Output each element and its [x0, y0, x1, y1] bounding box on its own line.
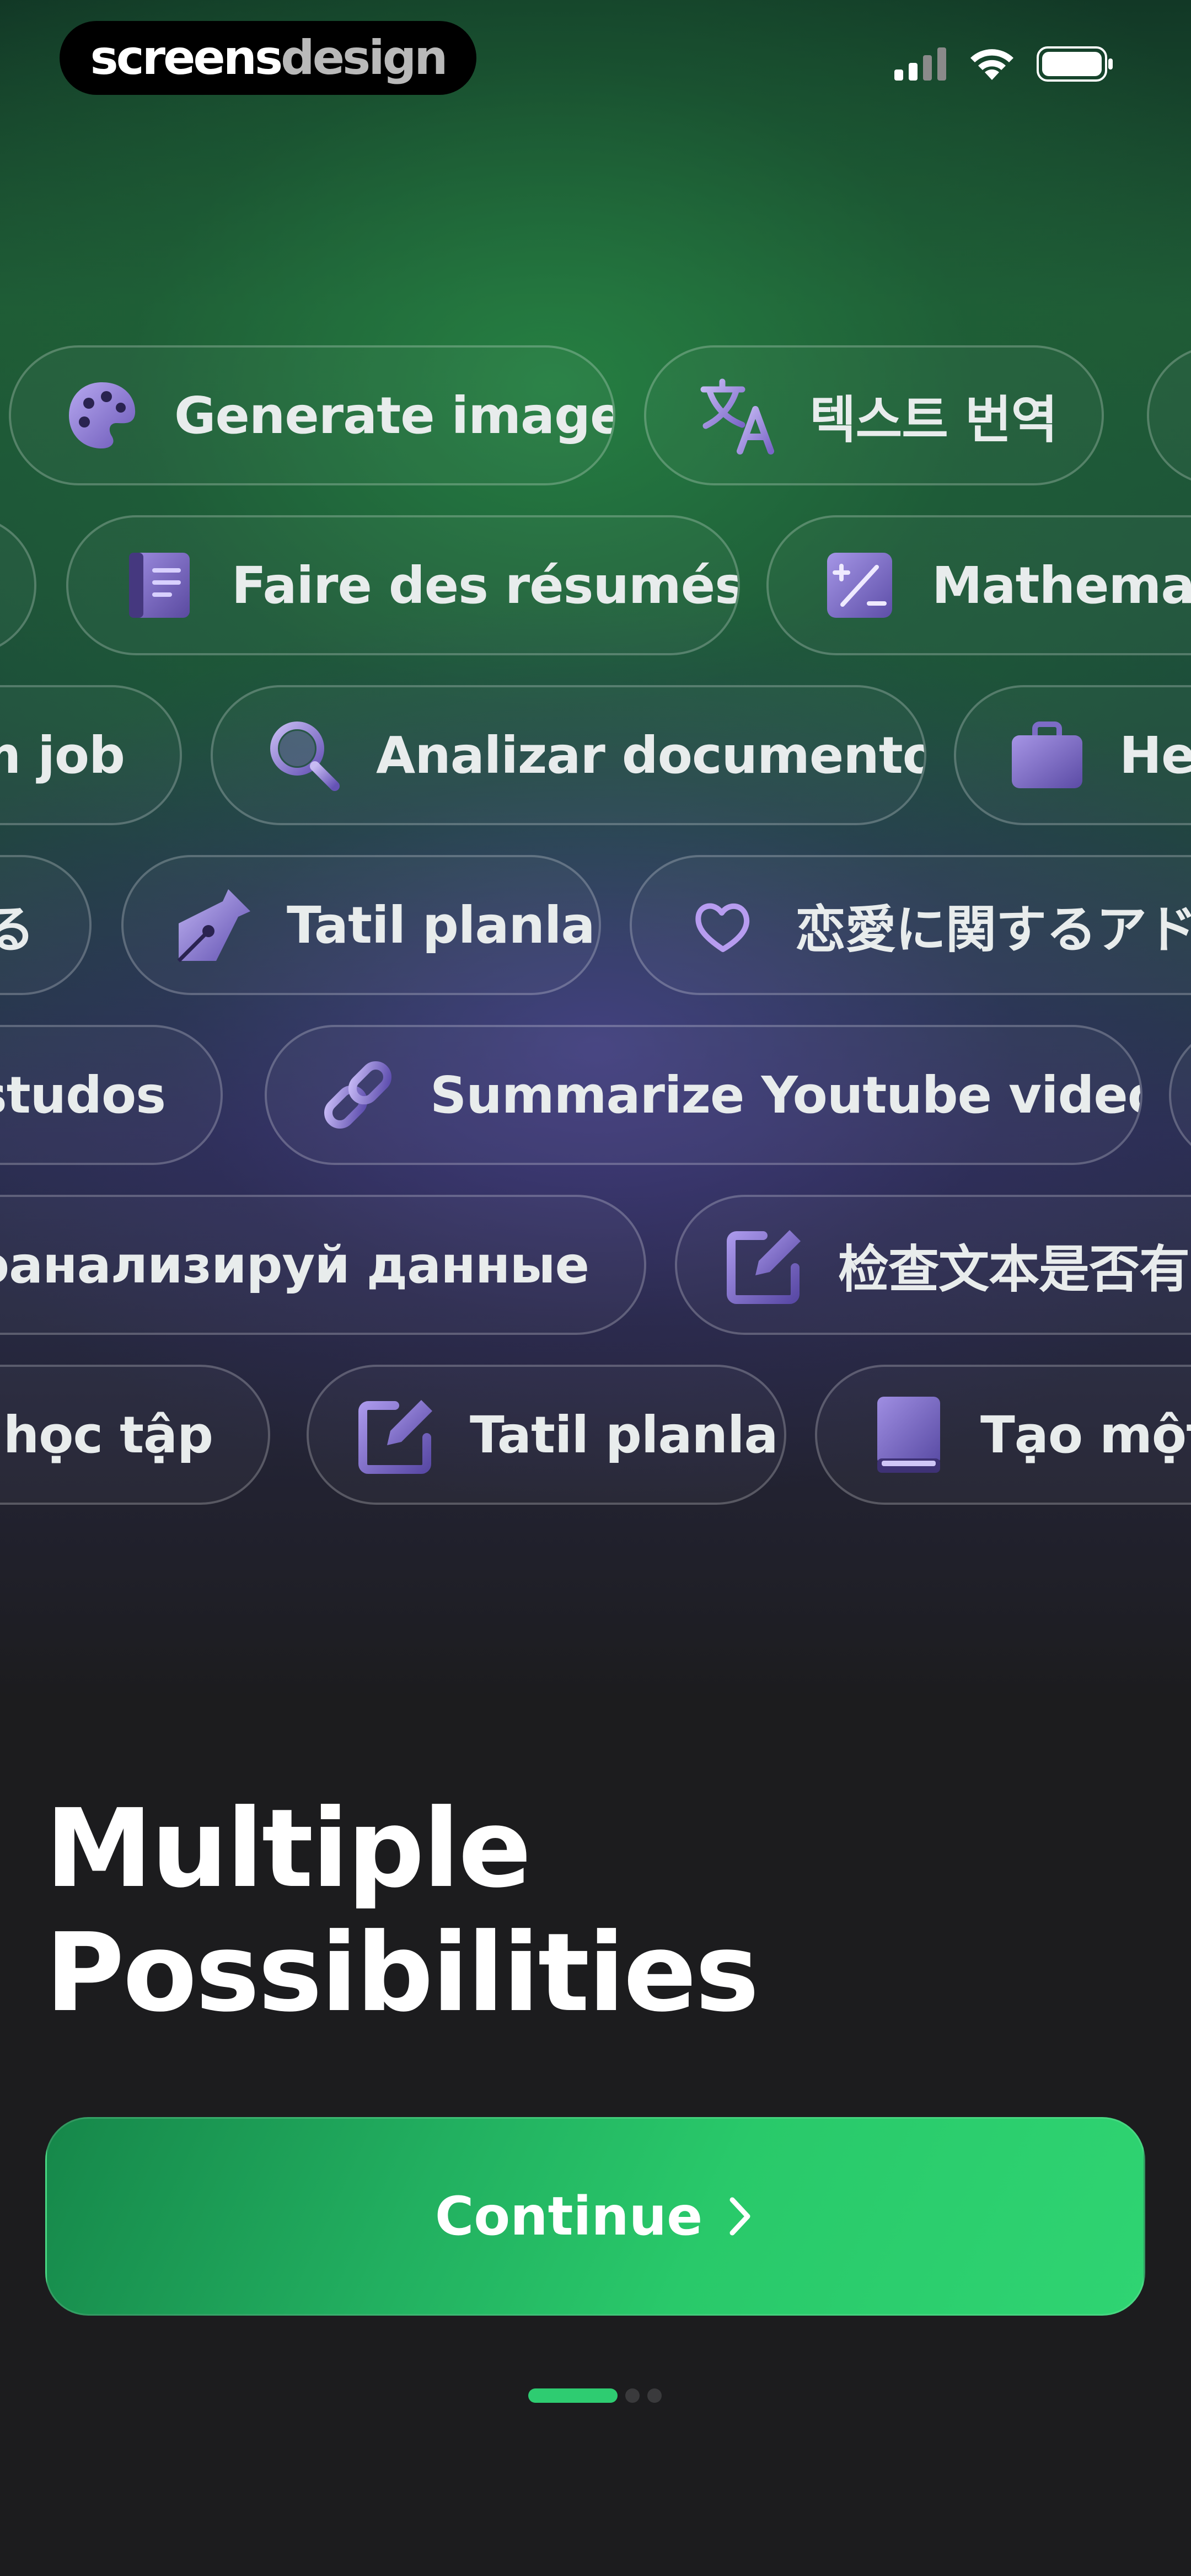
chip-label: 恋愛に関するアド: [795, 900, 1191, 959]
chip-partial-hoc-tap[interactable]: n học tập: [0, 1365, 270, 1505]
page-indicator: [528, 2388, 662, 2403]
link-icon: [316, 1054, 399, 1136]
edit-icon: [356, 1393, 439, 1476]
battery-icon: [1037, 46, 1113, 82]
chip-label: 检查文本是否有: [838, 1239, 1190, 1299]
chip-label: studos: [0, 1065, 166, 1125]
chip-row-4: る Tatil planla 恋愛に関するアド: [0, 855, 1191, 997]
wifi-icon: [970, 49, 1013, 80]
notebook-icon: [118, 544, 201, 627]
chip-create-book[interactable]: Tạo một k: [815, 1365, 1191, 1505]
page-dot-active: [528, 2388, 618, 2403]
chip-label: Tatil planla: [470, 1405, 779, 1465]
chip-partial[interactable]: [1147, 345, 1191, 485]
chip-row-1: Generate image 텍스트 번역: [0, 345, 1191, 488]
briefcase-icon: [1006, 714, 1088, 797]
chip-label: Generate image: [174, 386, 615, 445]
chip-check-text[interactable]: 检查文本是否有: [675, 1195, 1191, 1335]
chip-label: Hel: [1119, 725, 1191, 785]
chip-label: Tatil planla: [287, 895, 596, 955]
chip-label: 텍스트 번역: [809, 390, 1058, 450]
title-line-1: Multiple: [45, 1786, 532, 1912]
chip-translate-text[interactable]: 텍스트 번역: [644, 345, 1104, 485]
chip-label: m job: [0, 725, 125, 785]
brand-dim: design: [281, 30, 448, 85]
chip-label: Faire des résumés: [232, 555, 740, 615]
chip-tatil-planla[interactable]: Tatil planla: [121, 855, 601, 995]
chip-generate-image[interactable]: Generate image: [9, 345, 615, 485]
chip-label: n học tập: [0, 1405, 213, 1465]
status-icons: [894, 46, 1114, 82]
chip-partial-job[interactable]: m job: [0, 685, 182, 825]
chip-row-2: Faire des résumés Mathemati: [0, 515, 1191, 658]
chip-label: Tạo một k: [980, 1405, 1191, 1465]
chevron-right-icon: [729, 2197, 750, 2236]
chip-summarize-youtube[interactable]: Summarize Youtube video: [265, 1025, 1142, 1165]
pen-nib-icon: [173, 884, 256, 966]
chip-partial[interactable]: [0, 515, 36, 655]
book-icon: [867, 1393, 949, 1476]
magnifier-icon: [262, 714, 345, 797]
page-title: Multiple Possibilities: [45, 1786, 759, 2036]
calculator-icon: [818, 544, 901, 627]
continue-label: Continue: [434, 2185, 703, 2247]
chip-tatil-planla-2[interactable]: Tatil planla: [307, 1365, 786, 1505]
chip-help[interactable]: Hel: [954, 685, 1191, 825]
chip-mathematics[interactable]: Mathemati: [766, 515, 1191, 655]
title-line-2: Possibilities: [45, 1910, 759, 2036]
onboarding-screen: screensdesign Generate image 텍스트 번역 Fair…: [0, 0, 1191, 2576]
chip-row-6: Проанализируй данные 检查文本是否有: [0, 1195, 1191, 1337]
chip-love-advice[interactable]: 恋愛に関するアド: [630, 855, 1191, 995]
chip-label: る: [0, 889, 35, 962]
chip-analyze-data[interactable]: Проанализируй данные: [0, 1195, 646, 1335]
chip-row-7: n học tập Tatil planla Tạo: [0, 1365, 1191, 1507]
palette-icon: [61, 374, 143, 457]
continue-button[interactable]: Continue: [45, 2117, 1145, 2316]
chip-faire-resumes[interactable]: Faire des résumés: [66, 515, 740, 655]
chip-label: Проанализируй данные: [0, 1235, 589, 1295]
chip-row-5: studos Summarize Youtube video: [0, 1025, 1191, 1167]
page-dot: [647, 2388, 662, 2403]
translate-icon: [696, 374, 779, 457]
cellular-signal-icon: [894, 47, 946, 81]
chip-label: Analizar documento: [376, 725, 926, 785]
brand-badge: screensdesign: [60, 21, 476, 95]
chip-row-3: m job Analizar documento He: [0, 685, 1191, 827]
chip-partial[interactable]: [1169, 1025, 1191, 1165]
edit-icon: [725, 1223, 807, 1306]
brand-main: screens: [90, 30, 283, 85]
chip-label: Summarize Youtube video: [430, 1065, 1142, 1125]
page-dot: [625, 2388, 640, 2403]
chip-analizar-documento[interactable]: Analizar documento: [211, 685, 926, 825]
chip-partial-ru[interactable]: る: [0, 855, 92, 995]
chip-label: Mathemati: [932, 555, 1191, 615]
heart-icon: [682, 884, 764, 966]
chip-partial-estudos[interactable]: studos: [0, 1025, 223, 1165]
